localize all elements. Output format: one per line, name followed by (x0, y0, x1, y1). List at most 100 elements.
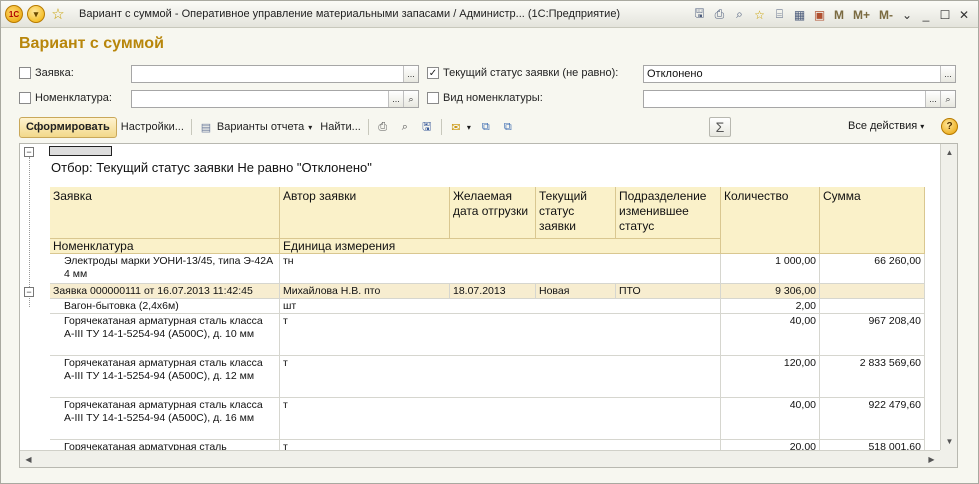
report-variants-button[interactable]: Варианты отчета ▾ (217, 117, 316, 138)
filter-nomenklatura-checkbox[interactable] (19, 92, 31, 104)
header-zayavka: Заявка (50, 187, 280, 239)
maximize-button[interactable]: ☐ (937, 7, 953, 23)
scroll-right-icon[interactable]: ▶ (924, 452, 939, 467)
search-icon[interactable]: ⌕ (403, 91, 418, 107)
ellipsis-icon[interactable]: ... (940, 66, 955, 82)
table-row-sum (820, 299, 925, 314)
add-favorite-icon[interactable]: ☆ (751, 6, 768, 23)
save-icon[interactable]: 🖫 (419, 119, 435, 135)
horizontal-scrollbar[interactable]: ◀ ▶ (20, 450, 940, 467)
filter-zayavka-row: Заявка: (19, 67, 74, 79)
mail-icon[interactable]: ✉ (448, 119, 464, 135)
header-nomen: Номенклатура (50, 239, 280, 254)
filter-status-row: ✓ Текущий статус заявки (не равно): (427, 67, 618, 79)
table-row-author: Михайлова Н.В. пто (280, 284, 450, 299)
scroll-up-icon[interactable]: ▲ (942, 145, 957, 160)
minimize-button[interactable]: _ (918, 7, 934, 23)
table-row-date: 18.07.2013 (450, 284, 536, 299)
filter-status-checkbox[interactable]: ✓ (427, 67, 439, 79)
table-row-sum (820, 284, 925, 299)
all-actions-button[interactable]: Все действия ▾ (848, 120, 924, 132)
1c-logo-icon[interactable]: 1C (5, 5, 23, 23)
ellipsis-icon[interactable]: ... (403, 66, 418, 82)
title-bar: 1C ▾ ☆ Вариант с суммой - Оперативное уп… (1, 1, 978, 28)
header-kol: Количество (721, 187, 820, 254)
table-row-unit: т (280, 398, 721, 440)
filter-zayavka-checkbox[interactable] (19, 67, 31, 79)
toolbar-separator (440, 119, 442, 135)
sum-button[interactable]: Σ (709, 117, 731, 137)
window-title: Вариант с суммой - Оперативное управлени… (79, 8, 621, 20)
memory-mplus-button[interactable]: M+ (850, 8, 873, 22)
generate-button[interactable]: Сформировать (19, 116, 117, 138)
collapse-group-icon[interactable]: − (24, 287, 34, 297)
ellipsis-icon[interactable]: ... (925, 91, 940, 107)
print-icon[interactable]: ⎙ (711, 6, 728, 23)
calculator-icon[interactable]: ▦ (791, 6, 808, 23)
history-icon[interactable]: ⌸ (771, 6, 788, 23)
settings-button[interactable]: Настройки... (117, 117, 188, 138)
help-button[interactable]: ? (941, 118, 958, 135)
copy-icon[interactable]: ⧉ (478, 119, 494, 135)
table-row-qty: 20,00 (721, 440, 820, 450)
favorite-star-icon[interactable]: ☆ (49, 5, 67, 23)
main-menu-icon[interactable]: ▾ (27, 5, 45, 23)
header-status: Текущий статус заявки (536, 187, 616, 239)
table-row-nomen: Вагон-бытовка (2,4х6м) (50, 299, 280, 314)
filter-status-field[interactable]: Отклонено ... (643, 65, 956, 83)
table-row-qty: 40,00 (721, 314, 820, 356)
header-data: Желаемая дата отгрузки (450, 187, 536, 239)
preview-icon[interactable]: ⌕ (731, 6, 748, 23)
filter-status-label: Текущий статус заявки (не равно): (443, 67, 619, 79)
toolbar-separator (367, 119, 369, 135)
scrollbar-corner (940, 450, 957, 467)
header-summa: Сумма (820, 187, 925, 254)
find-button[interactable]: Найти... (316, 117, 365, 138)
table-row-sum: 66 260,00 (820, 254, 925, 284)
vertical-scrollbar[interactable]: ▲ ▼ (940, 144, 957, 450)
app-window: 1C ▾ ☆ Вариант с суммой - Оперативное уп… (0, 0, 979, 484)
table-row-nomen: Горячекатаная арматурная сталь (50, 440, 280, 450)
table-row-qty: 2,00 (721, 299, 820, 314)
collapse-group-icon[interactable]: − (24, 147, 34, 157)
search-icon[interactable]: ⌕ (940, 91, 955, 107)
save-icon[interactable]: 🖫 (691, 6, 708, 23)
filter-vid-label: Вид номенклатуры: (443, 92, 543, 104)
table-row-qty: 9 306,00 (721, 284, 820, 299)
table-row-unit: шт (280, 299, 721, 314)
table-row-status: Новая (536, 284, 616, 299)
form-title: Вариант с суммой (19, 35, 164, 52)
header-ed: Единица измерения (280, 239, 721, 254)
table-row-qty: 40,00 (721, 398, 820, 440)
filter-nomenklatura-row: Номенклатура: (19, 92, 112, 104)
paste-icon[interactable]: ⧉ (500, 119, 516, 135)
print-icon[interactable]: ⎙ (375, 119, 391, 135)
calendar-icon[interactable]: ▣ (811, 6, 828, 23)
close-button[interactable]: ✕ (956, 7, 972, 23)
table-row-zayavka: Заявка 000000111 от 16.07.2013 11:42:45 (50, 284, 280, 299)
table-row-qty: 1 000,00 (721, 254, 820, 284)
filter-nomenklatura-field[interactable]: ... ⌕ (131, 90, 419, 108)
scroll-down-icon[interactable]: ▼ (942, 434, 957, 449)
ellipsis-icon[interactable]: ... (388, 91, 403, 107)
table-row-unit: тн (280, 254, 721, 284)
table-row-nomen: Электроды марки УОНИ-13/45, типа Э-42А 4… (50, 254, 280, 284)
report-toolbar: Сформировать Настройки... ▤ Варианты отч… (19, 116, 961, 138)
filter-nomenklatura-label: Номенклатура: (35, 92, 112, 104)
preview-icon[interactable]: ⌕ (397, 119, 413, 135)
memory-mminus-button[interactable]: M- (876, 8, 896, 22)
filter-zayavka-field[interactable]: ... (131, 65, 419, 83)
memory-m-button[interactable]: M (831, 8, 847, 22)
filter-vid-field[interactable]: ... ⌕ (643, 90, 956, 108)
table-row-qty: 120,00 (721, 356, 820, 398)
mail-dropdown-icon[interactable]: ▾ (467, 123, 471, 132)
report-area: − Отбор: Текущий статус заявки Не равно … (19, 143, 958, 468)
report-variants-icon: ▤ (200, 121, 212, 134)
filter-vid-row: Вид номенклатуры: (427, 92, 543, 104)
report-title-placeholder (49, 146, 112, 156)
table-row-nomen: Горячекатаная арматурная сталь класса А-… (50, 398, 280, 440)
header-podr: Подразделение изменившее статус (616, 187, 721, 239)
filter-vid-checkbox[interactable] (427, 92, 439, 104)
chevron-down-icon[interactable]: ⌄ (899, 7, 915, 23)
scroll-left-icon[interactable]: ◀ (21, 452, 36, 467)
